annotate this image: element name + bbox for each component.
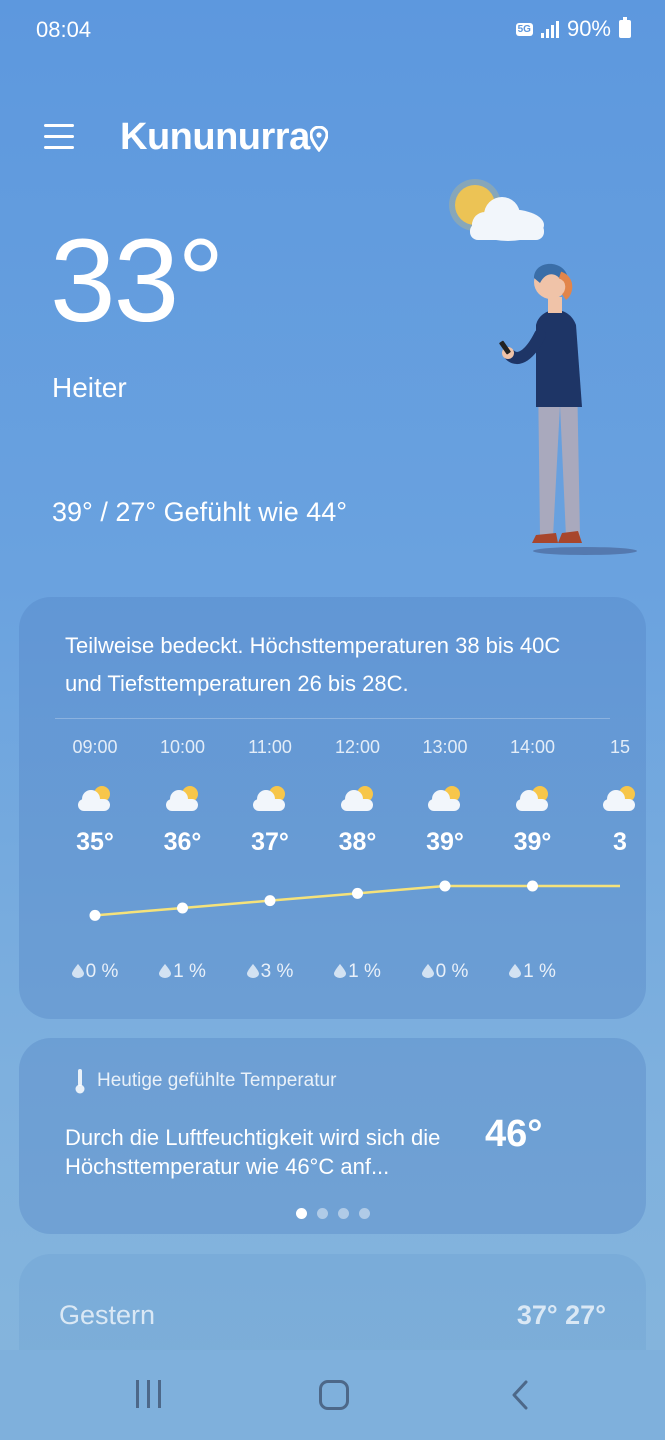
hour-temperature: 38° <box>338 828 377 856</box>
raindrop-icon <box>159 964 172 978</box>
raindrop-icon <box>246 964 259 978</box>
precipitation-value: 1 % <box>523 961 556 982</box>
feels-like-heading-text: Heutige gefühlte Temperatur <box>97 1070 337 1091</box>
status-time: 08:04 <box>36 17 92 42</box>
precipitation-value: 1 % <box>348 961 381 982</box>
yesterday-label: Gestern <box>59 1300 156 1330</box>
current-temperature: 33° <box>50 215 224 347</box>
hour-forecast-item: 13:00 39° <box>400 737 490 857</box>
temperature-point <box>177 902 188 914</box>
hour-time: 10:00 <box>159 737 206 757</box>
hour-temperature: 35° <box>76 828 114 856</box>
partly-cloudy-icon <box>515 786 548 811</box>
forecast-card[interactable]: Teilweise bedeckt. Höchsttemperaturen 38… <box>19 597 646 1019</box>
city-name[interactable]: Kununurra <box>120 116 310 159</box>
temperature-point <box>439 880 451 892</box>
page-dot[interactable] <box>337 1208 349 1219</box>
hour-forecast-item: 15 3 <box>575 737 646 857</box>
hour-time: 15 <box>609 737 631 757</box>
thermometer-icon <box>75 1069 85 1094</box>
page-dot[interactable] <box>295 1208 307 1219</box>
hour-precipitation: 1 % <box>488 961 578 983</box>
hour-temperature: 3 <box>613 828 627 856</box>
hour-temperature: 39° <box>426 828 464 856</box>
page-dot[interactable] <box>316 1208 328 1219</box>
page-indicator[interactable] <box>19 1208 646 1219</box>
current-condition: Heiter <box>52 372 127 403</box>
hour-forecast-item: 14:00 39° <box>488 737 578 857</box>
recent-apps-icon[interactable] <box>133 1380 163 1410</box>
precipitation-value: 3 % <box>260 961 294 982</box>
partly-cloudy-icon <box>340 786 373 811</box>
hour-forecast-item: 12:00 38° <box>313 737 403 857</box>
hour-time: 12:00 <box>334 737 381 757</box>
hour-forecast-item: 10:00 36° <box>138 737 228 857</box>
precipitation-value: 1 % <box>173 961 206 982</box>
partly-cloudy-icon <box>253 786 285 811</box>
feels-like-card[interactable]: Heutige gefühlte Temperatur Durch die Lu… <box>19 1038 646 1234</box>
temperature-point <box>352 887 363 899</box>
feels-like-description: Durch die Luftfeuchtigkeit wird sich die… <box>65 1125 441 1179</box>
partly-cloudy-icon <box>78 786 110 811</box>
precipitation-value: 0 % <box>85 961 119 982</box>
network-5g-icon: 5G <box>515 22 533 36</box>
hour-time: 14:00 <box>509 737 556 757</box>
hour-precipitation: 0 % <box>400 961 490 983</box>
hourly-forecast[interactable]: 09:00 35° 0 % 10:00 36° 1 % 11:00 37° 3 % 12:00 38… <box>19 737 646 997</box>
page-dot[interactable] <box>358 1208 370 1219</box>
navigation-bar <box>0 1350 665 1440</box>
yesterday-values: 37° 27° <box>516 1300 606 1330</box>
hour-precipitation: 1 % <box>138 961 228 983</box>
hour-temperature: 37° <box>251 828 289 856</box>
status-icons: 5G 90% <box>515 16 631 42</box>
forecast-summary: Teilweise bedeckt. Höchsttemperaturen 38… <box>65 633 561 696</box>
hour-temperature: 39° <box>513 828 552 856</box>
hour-precipitation: 3 % <box>225 961 315 983</box>
battery-icon <box>619 17 631 38</box>
hour-forecast-item: 09:00 35° <box>50 737 140 857</box>
battery-percent: 90% <box>566 16 611 41</box>
weather-illustration <box>449 179 637 555</box>
sun-cloud-icon <box>449 179 544 241</box>
feels-like-heading: Heutige gefühlte Temperatur <box>75 1068 336 1094</box>
raindrop-icon <box>509 964 522 978</box>
hour-precipitation: 0 % <box>50 961 140 983</box>
hour-temperature: 36° <box>163 828 202 856</box>
temperature-point <box>264 895 276 907</box>
hour-time: 11:00 <box>248 737 292 757</box>
divider <box>55 718 610 719</box>
menu-icon[interactable] <box>44 124 74 150</box>
back-icon[interactable] <box>508 1380 532 1410</box>
raindrop-icon <box>71 964 84 978</box>
person-figure <box>499 263 637 555</box>
partly-cloudy-icon <box>428 786 460 811</box>
hour-precipitation: 1 % <box>313 961 403 983</box>
hour-time: 13:00 <box>422 737 468 757</box>
high-low-feels-like: 39° / 27° Gefühlt wie 44° <box>52 497 348 527</box>
raindrop-icon <box>334 964 347 978</box>
partly-cloudy-icon <box>603 786 635 811</box>
temperature-point <box>89 909 101 921</box>
hour-time: 09:00 <box>72 737 118 757</box>
signal-icon <box>540 20 559 38</box>
precipitation-value: 0 % <box>435 961 469 982</box>
home-icon[interactable] <box>319 1380 349 1410</box>
hour-forecast-item: 11:00 37° <box>225 737 315 857</box>
location-pin-icon <box>310 126 328 152</box>
status-bar: 08:04 5G 90% <box>0 0 665 60</box>
partly-cloudy-icon <box>165 786 198 811</box>
feels-like-value: 46° <box>485 1113 543 1155</box>
raindrop-icon <box>421 964 434 978</box>
temperature-point <box>527 880 538 892</box>
